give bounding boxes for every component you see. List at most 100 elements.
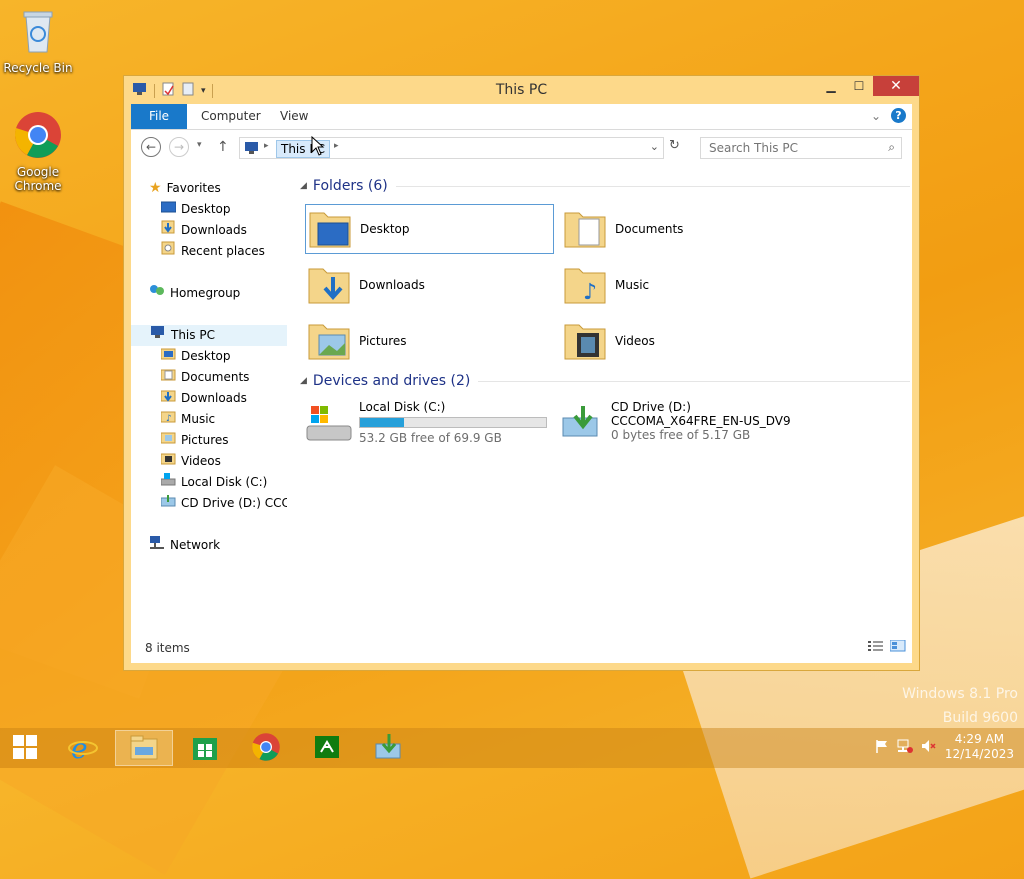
- breadcrumb-chevron-icon[interactable]: ▸: [334, 141, 339, 151]
- nav-pc-downloads[interactable]: Downloads: [161, 388, 247, 409]
- nav-pc-pictures[interactable]: Pictures: [161, 430, 229, 451]
- minimize-button[interactable]: ▁: [817, 76, 845, 96]
- taskbar: e 4:29 AM 12/14/2023: [0, 728, 1024, 768]
- local-disk-icon: [305, 404, 353, 447]
- folder-tile-documents[interactable]: Documents: [561, 204, 810, 254]
- folder-tile-videos[interactable]: Videos: [561, 316, 810, 366]
- nav-fav-recent-places[interactable]: Recent places: [161, 241, 265, 262]
- explorer-window: ▾ This PC ▁ ☐ ✕ File Computer View ⌄ ? ←…: [123, 75, 920, 671]
- tab-computer[interactable]: Computer: [201, 104, 261, 129]
- window-body: File Computer View ⌄ ? ← → ▾ ↑ ▸ This PC…: [131, 104, 912, 663]
- nav-fav-desktop[interactable]: Desktop: [161, 199, 231, 220]
- address-bar[interactable]: ▸ This PC ▸ ⌄: [239, 137, 664, 159]
- close-button[interactable]: ✕: [873, 76, 919, 96]
- action-center-flag-icon[interactable]: [875, 739, 889, 756]
- folder-icon: [161, 367, 176, 388]
- tiles-view-icon[interactable]: [889, 639, 906, 655]
- drive-tile-local-disk[interactable]: Local Disk (C:) 53.2 GB free of 69.9 GB: [305, 398, 554, 454]
- refresh-button[interactable]: ↻: [669, 138, 680, 153]
- title-bar[interactable]: ▾ This PC ▁ ☐ ✕: [124, 76, 919, 103]
- start-button[interactable]: [0, 730, 50, 766]
- nav-label: Pictures: [181, 433, 229, 447]
- this-pc-icon: [150, 326, 166, 345]
- this-pc-icon: [244, 141, 260, 158]
- folder-tile-music[interactable]: ♪ Music: [561, 260, 810, 310]
- nav-favorites[interactable]: ★ Favorites: [149, 178, 221, 199]
- star-icon: ★: [149, 180, 162, 196]
- desktop-icon-chrome[interactable]: Google Chrome: [2, 110, 74, 193]
- desktop-icon-label: Recycle Bin: [3, 61, 73, 75]
- folder-icon: [161, 451, 176, 472]
- xbox-games-icon: [312, 732, 342, 765]
- search-box[interactable]: ⌕: [700, 137, 902, 159]
- nav-homegroup[interactable]: Homegroup: [149, 283, 240, 304]
- forward-button[interactable]: →: [169, 137, 189, 157]
- folder-icon: ♪: [161, 409, 176, 430]
- nav-pc-videos[interactable]: Videos: [161, 451, 221, 472]
- details-view-icon[interactable]: [868, 640, 884, 655]
- divider: [395, 185, 910, 187]
- drive-tile-cd-drive[interactable]: CD Drive (D:) CCCOMA_X64FRE_EN-US_DV9 0 …: [561, 398, 881, 454]
- folder-icon: [161, 346, 176, 367]
- nav-fav-downloads[interactable]: Downloads: [161, 220, 247, 241]
- expand-ribbon-icon[interactable]: ⌄: [871, 109, 881, 123]
- videos-folder-icon: [561, 317, 609, 366]
- chrome-icon: [251, 732, 281, 765]
- up-button[interactable]: ↑: [217, 139, 229, 155]
- nav-pc-documents[interactable]: Documents: [161, 367, 249, 388]
- folder-tile-desktop[interactable]: Desktop: [305, 204, 554, 254]
- address-dropdown-icon[interactable]: ⌄: [650, 140, 659, 153]
- drive-free-space: 53.2 GB free of 69.9 GB: [359, 431, 502, 445]
- network-status-icon[interactable]: [897, 739, 913, 756]
- nav-label: Network: [170, 538, 221, 552]
- folder-tile-downloads[interactable]: Downloads: [305, 260, 554, 310]
- tab-view[interactable]: View: [280, 104, 308, 129]
- maximize-button[interactable]: ☐: [845, 76, 873, 96]
- network-icon: [149, 535, 165, 556]
- documents-folder-icon: [561, 205, 609, 254]
- svg-text:♪: ♪: [166, 414, 172, 423]
- folder-label: Documents: [615, 222, 684, 236]
- recycle-bin-icon: [2, 8, 74, 59]
- desktop-icon-recycle-bin[interactable]: Recycle Bin: [2, 8, 74, 75]
- volume-muted-icon[interactable]: [921, 739, 937, 756]
- search-input[interactable]: [707, 140, 881, 156]
- nav-network[interactable]: Network: [149, 535, 220, 556]
- drive-name: Local Disk (C:): [359, 400, 446, 414]
- help-icon[interactable]: ?: [891, 108, 906, 123]
- nav-this-pc[interactable]: This PC: [131, 325, 287, 346]
- nav-pc-cd-drive[interactable]: CD Drive (D:) CCCOMA_X64FRE_EN-US_DV9: [161, 493, 287, 514]
- taskbar-cd-installer[interactable]: [359, 730, 417, 766]
- nav-pc-music[interactable]: ♪ Music: [161, 409, 215, 430]
- taskbar-internet-explorer[interactable]: e: [54, 730, 112, 766]
- taskbar-file-explorer[interactable]: [115, 730, 173, 766]
- clock[interactable]: 4:29 AM 12/14/2023: [945, 732, 1014, 762]
- chrome-icon: [2, 110, 74, 163]
- nav-label: Recent places: [181, 244, 265, 258]
- svg-text:♪: ♪: [583, 280, 597, 305]
- breadcrumb-chevron-icon[interactable]: ▸: [264, 141, 269, 151]
- taskbar-chrome[interactable]: [237, 730, 295, 766]
- drive-usage-fill: [360, 418, 405, 427]
- tab-file[interactable]: File: [131, 104, 187, 129]
- recent-locations-icon[interactable]: ▾: [197, 140, 202, 150]
- store-icon: [190, 732, 220, 765]
- nav-pc-desktop[interactable]: Desktop: [161, 346, 231, 367]
- folder-tile-pictures[interactable]: Pictures: [305, 316, 554, 366]
- nav-label: Music: [181, 412, 216, 426]
- drive-name: CD Drive (D:): [611, 400, 691, 414]
- svg-text:e: e: [71, 732, 88, 762]
- folder-label: Downloads: [359, 278, 425, 292]
- nav-label: Desktop: [181, 349, 231, 363]
- search-icon[interactable]: ⌕: [888, 140, 895, 155]
- taskbar-store[interactable]: [176, 730, 234, 766]
- taskbar-xbox-games[interactable]: [298, 730, 356, 766]
- drive-usage-bar: [359, 417, 547, 428]
- internet-explorer-icon: e: [68, 732, 98, 765]
- group-header-folders[interactable]: ◢ Folders (6): [300, 178, 910, 194]
- desktop-icon: [161, 199, 177, 220]
- nav-pc-local-disk[interactable]: Local Disk (C:): [161, 472, 267, 493]
- windows-logo-icon: [12, 734, 38, 763]
- back-button[interactable]: ←: [141, 137, 161, 157]
- group-header-devices[interactable]: ◢ Devices and drives (2): [300, 373, 910, 389]
